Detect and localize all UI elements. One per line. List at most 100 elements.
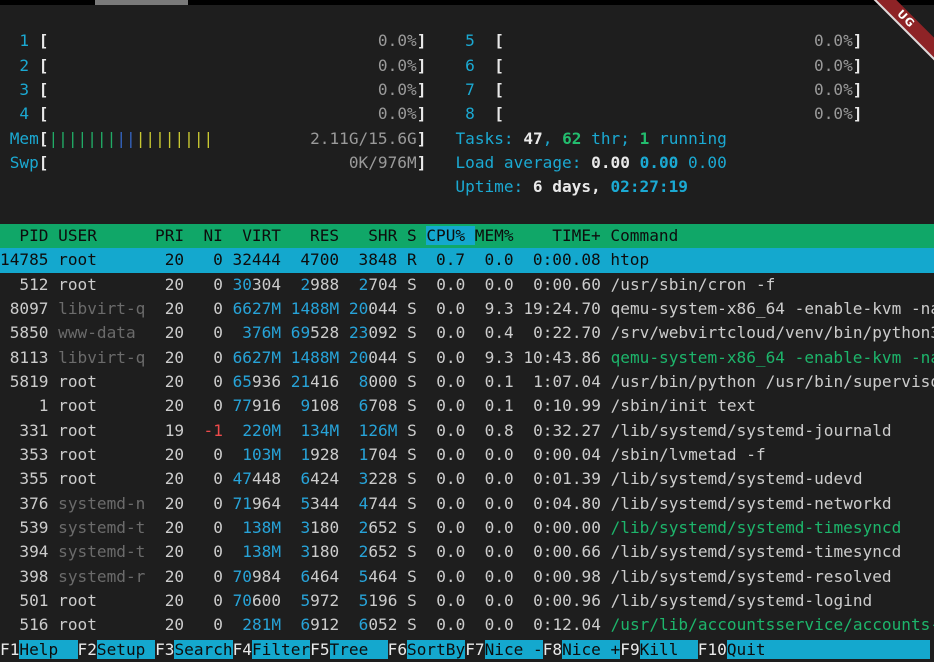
process-user: root (58, 445, 145, 464)
process-pid: 353 (0, 445, 58, 464)
process-command: /lib/systemd/systemd-timesyncd (611, 542, 902, 561)
nice-plus-button[interactable]: Nice + (562, 640, 620, 659)
sortby-button[interactable]: SortBy (407, 640, 465, 659)
process-state: S (407, 518, 426, 537)
text-segment: 972 (310, 591, 339, 610)
process-row-398[interactable]: 398 systemd-r 20 0 70984 6464 5464 S 0.0… (0, 565, 934, 589)
nice-minus-button[interactable]: Nice - (485, 640, 543, 659)
process-row-8097[interactable]: 8097 libvirt-q 20 0 6627M 1488M 20044 S … (0, 297, 934, 321)
process-pri: 20 (145, 372, 193, 391)
process-row-8113[interactable]: 8113 libvirt-q 20 0 6627M 1488M 20044 S … (0, 346, 934, 370)
text-segment (339, 518, 349, 537)
quit-button[interactable]: Quit (727, 640, 785, 659)
process-row-376[interactable]: 376 systemd-n 20 0 71964 5344 4744 S 0.0… (0, 492, 934, 516)
text-segment (281, 591, 291, 610)
text-segment (397, 518, 407, 537)
process-stats: 0.0 0.1 1:07.04 (427, 372, 611, 391)
process-row-1[interactable]: 1 root 20 0 77916 9108 6708 S 0.0 0.1 0:… (0, 394, 934, 418)
sort-column-header[interactable]: CPU% (426, 226, 474, 245)
process-pid: 355 (0, 469, 58, 488)
uptime-time: 02:27:19 (610, 177, 688, 196)
process-user: libvirt-q (58, 299, 145, 318)
process-row-394[interactable]: 394 systemd-t 20 0 138M 3180 2652 S 0.0 … (0, 540, 934, 564)
process-row-353[interactable]: 353 root 20 0 103M 1928 1704 S 0.0 0.0 0… (0, 443, 934, 467)
table-header-row[interactable]: PID USER PRI NI VIRT RES SHR S CPU% MEM%… (0, 224, 934, 248)
text-segment (426, 56, 465, 75)
process-stats: 0.0 0.0 0:12.04 (427, 615, 611, 634)
process-command: /usr/sbin/cron -f (611, 275, 776, 294)
text-segment (397, 445, 407, 464)
process-command: /lib/systemd/systemd-udevd (611, 469, 863, 488)
cpu-label: 5 (465, 31, 475, 50)
process-stats: 0.0 0.0 0:00.04 (427, 445, 611, 464)
text-segment: 228 (368, 469, 397, 488)
text-segment (339, 494, 349, 513)
text-segment (223, 372, 233, 391)
text-segment: 600 (252, 591, 281, 610)
process-row-539[interactable]: 539 systemd-t 20 0 138M 3180 2652 S 0.0 … (0, 516, 934, 540)
text-segment (0, 80, 19, 99)
text-segment (339, 542, 349, 561)
meter-bracket: [ (39, 80, 49, 99)
process-row-501[interactable]: 501 root 20 0 70600 5972 5196 S 0.0 0.0 … (0, 589, 934, 613)
text-segment (397, 542, 407, 561)
meter-bracket: [ (494, 104, 504, 123)
process-row-5850[interactable]: 5850 www-data 20 0 376M 69528 23092 S 0.… (0, 321, 934, 345)
memory-value: 6 (349, 615, 368, 634)
memory-value: 2 (349, 542, 368, 561)
memory-value: 138M (242, 542, 281, 561)
text-segment (475, 80, 494, 99)
memory-value: 138M (242, 518, 281, 537)
text-segment: 916 (252, 396, 281, 415)
text-segment (233, 518, 243, 537)
process-row-5819[interactable]: 5819 root 20 0 65936 21416 8000 S 0.0 0.… (0, 370, 934, 394)
load-average-label: Load average: (455, 153, 591, 172)
memory-value: 2 (291, 275, 310, 294)
tree-button[interactable]: Tree (330, 640, 388, 659)
debug-ribbon-wrap: UG (868, 0, 934, 66)
swp-meter-value: 0K/976M (48, 153, 416, 172)
meter-bracket: ] (417, 80, 427, 99)
process-row-355[interactable]: 355 root 20 0 47448 6424 3228 S 0.0 0.0 … (0, 467, 934, 491)
process-user: libvirt-q (58, 348, 145, 367)
process-command: /usr/lib/accountsservice/accounts- (611, 615, 934, 634)
text-segment (223, 494, 233, 513)
text-segment: 464 (310, 567, 339, 586)
memory-value: 5 (291, 591, 310, 610)
text-segment (426, 104, 465, 123)
process-user: systemd-t (58, 542, 145, 561)
filter-button[interactable]: Filter (252, 640, 310, 659)
text-segment: 928 (310, 445, 339, 464)
text-segment: 704 (368, 445, 397, 464)
search-button[interactable]: Search (174, 640, 232, 659)
text-segment: 652 (368, 542, 397, 561)
kill-button[interactable]: Kill (640, 640, 698, 659)
memory-value: 77 (233, 396, 252, 415)
process-stats: 0.0 0.0 0:00.98 (427, 567, 611, 586)
load-5min: 0.00 (640, 153, 688, 172)
text-segment: 936 (252, 372, 281, 391)
text-segment: running (649, 129, 727, 148)
cpu-meter-row: 3 [ 0.0%] 7 [ 0.0%] (0, 78, 934, 102)
process-pri: 20 (145, 445, 193, 464)
running-count: 1 (640, 129, 650, 148)
setup-button[interactable]: Setup (97, 640, 155, 659)
swp-label: Swp (10, 153, 39, 172)
text-segment (223, 396, 233, 415)
help-button[interactable]: Help (19, 640, 77, 659)
memory-value: 70 (233, 567, 252, 586)
htop-screen: { "colors": { "background": "#1e1e1e", "… (0, 0, 934, 662)
text-segment (223, 421, 233, 440)
text-segment (223, 348, 233, 367)
text-segment (397, 348, 407, 367)
process-pid: 539 (0, 518, 58, 537)
text-segment (0, 31, 19, 50)
memory-value: 6 (291, 567, 310, 586)
text-segment: 652 (368, 518, 397, 537)
process-row-512[interactable]: 512 root 20 0 30304 2988 2704 S 0.0 0.0 … (0, 273, 934, 297)
bar-fill (785, 640, 930, 659)
process-row-331[interactable]: 331 root 19 -1 220M 134M 126M S 0.0 0.8 … (0, 419, 934, 443)
meter-bracket: ] (417, 153, 427, 172)
process-row-14785[interactable]: 14785 root 20 0 32444 4700 3848 R 0.7 0.… (0, 248, 934, 272)
process-row-516[interactable]: 516 root 20 0 281M 6912 6052 S 0.0 0.0 0… (0, 613, 934, 637)
